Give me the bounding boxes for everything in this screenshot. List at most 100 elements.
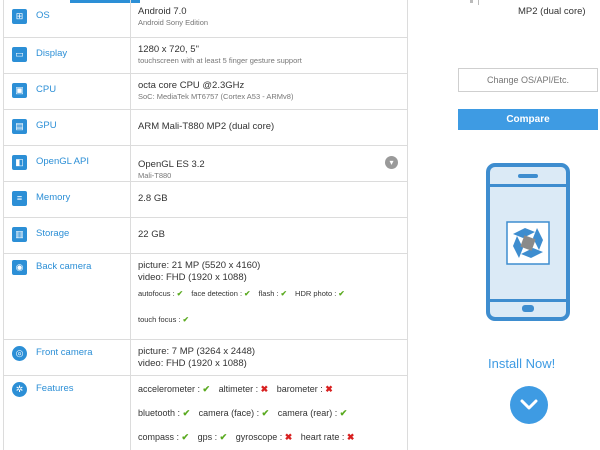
check-icon: ✔ (339, 408, 348, 418)
gpu-summary-text: MP2 (dual core) (518, 6, 586, 17)
feature-name: flash : (258, 289, 279, 298)
check-icon: ✔ (261, 408, 270, 418)
back-camera-video: video: FHD (1920 x 1088) (138, 272, 247, 283)
check-icon: ✔ (338, 289, 345, 298)
storage-icon: ▥ (12, 227, 27, 242)
back-camera-features-2: touch focus : ✔ (138, 314, 407, 326)
feature-item: gps : ✔ (198, 432, 228, 442)
spec-label-cell: ▭ Display (4, 38, 131, 73)
opengl-renderer: Mali-T880 (138, 171, 172, 180)
memory-size: 2.8 GB (138, 193, 168, 204)
gpu-icon: ▤ (12, 119, 27, 134)
feature-name: camera (face) : (198, 408, 260, 418)
feature-name: accelerometer : (138, 384, 201, 394)
feature-name: heart rate : (300, 432, 345, 442)
spec-label-cell: ⊞ OS (4, 0, 131, 37)
cross-icon: ✖ (284, 432, 293, 442)
spec-label-cell: ✲ Features (4, 376, 131, 450)
spec-label-cell: ◧ OpenGL API (4, 146, 131, 181)
spec-label-cell: ◎ Front camera (4, 340, 131, 375)
spec-value-front-camera: picture: 7 MP (3264 x 2448) video: FHD (… (131, 340, 407, 375)
spec-value-gpu: ARM Mali-T880 MP2 (dual core) (131, 110, 407, 145)
spec-value-display: 1280 x 720, 5" touchscreen with at least… (131, 38, 407, 73)
back-camera-features: autofocus : ✔ face detection : ✔ flash :… (138, 288, 407, 300)
feature-item: HDR photo : ✔ (295, 289, 345, 298)
compare-input[interactable] (458, 68, 598, 92)
divider-dot (470, 0, 473, 3)
spec-value-back-camera: picture: 21 MP (5520 x 4160) video: FHD … (131, 254, 407, 339)
check-icon: ✔ (202, 384, 211, 394)
feature-name: compass : (138, 432, 180, 442)
spec-label-memory: Memory (36, 192, 71, 203)
display-resolution: 1280 x 720, 5" (138, 44, 199, 55)
feature-name: barometer : (276, 384, 323, 394)
spec-label-os: OS (36, 10, 50, 21)
compare-button[interactable]: Compare (458, 109, 598, 130)
spec-row-storage: ▥ Storage 22 GB (4, 218, 407, 254)
feature-name: autofocus : (138, 289, 175, 298)
spec-value-memory: 2.8 GB (131, 182, 407, 217)
feature-name: face detection : (191, 289, 243, 298)
spec-label-cell: ◉ Back camera (4, 254, 131, 339)
feature-item: flash : ✔ (259, 289, 287, 298)
features-line-3: compass : ✔ gps : ✔ gyroscope : ✖ heart … (138, 431, 407, 443)
feature-item: gyroscope : ✖ (236, 432, 293, 442)
spec-label-features: Features (36, 383, 74, 394)
memory-icon: ≡ (12, 191, 27, 206)
features-line-1: accelerometer : ✔ altimeter : ✖ baromete… (138, 383, 407, 395)
feature-name: gyroscope : (235, 432, 283, 442)
app-logo-icon (503, 218, 553, 273)
front-camera-icon: ◎ (12, 346, 27, 361)
check-icon: ✔ (219, 432, 228, 442)
opengl-icon: ◧ (12, 155, 27, 170)
feature-item: face detection : ✔ (191, 289, 250, 298)
check-icon: ✔ (280, 289, 287, 298)
chevron-down-icon[interactable]: ▾ (385, 156, 398, 169)
feature-item: autofocus : ✔ (138, 289, 183, 298)
display-icon: ▭ (12, 47, 27, 62)
front-camera-picture: picture: 7 MP (3264 x 2448) (138, 346, 256, 357)
phone-screen-edge-bottom (490, 299, 566, 302)
check-icon: ✔ (244, 289, 251, 298)
spec-label-cell: ▣ CPU (4, 74, 131, 109)
spec-value-opengl: OpenGL ES 3.2 Mali-T880 ▾ (131, 146, 407, 181)
spec-row-cpu: ▣ CPU octa core CPU @2.3GHz SoC: MediaTe… (4, 74, 407, 110)
feature-item: heart rate : ✖ (301, 432, 355, 442)
feature-name: touch focus : (138, 315, 181, 324)
feature-item: barometer : ✖ (277, 384, 333, 394)
phone-home-button (522, 305, 534, 312)
spec-label-cell: ▤ GPU (4, 110, 131, 145)
phone-screen-edge-top (490, 184, 566, 187)
check-icon: ✔ (176, 289, 184, 298)
cross-icon: ✖ (325, 384, 333, 394)
cpu-icon: ▣ (12, 83, 27, 98)
features-line-2: bluetooth : ✔ camera (face) : ✔ camera (… (138, 407, 407, 419)
display-touch-info: touchscreen with at least 5 finger gestu… (138, 56, 302, 65)
spec-row-front-camera: ◎ Front camera picture: 7 MP (3264 x 244… (4, 340, 407, 376)
chevron-down-icon[interactable] (510, 386, 548, 424)
spec-row-opengl: ◧ OpenGL API OpenGL ES 3.2 Mali-T880 ▾ (4, 146, 407, 182)
spec-row-memory: ≡ Memory 2.8 GB (4, 182, 407, 218)
camera-icon: ◉ (12, 260, 27, 275)
feature-item: camera (face) : ✔ (199, 408, 270, 418)
install-now-label[interactable]: Install Now! (488, 356, 555, 371)
opengl-version: OpenGL ES 3.2 (138, 159, 205, 170)
spec-label-storage: Storage (36, 228, 70, 239)
feature-name: altimeter : (218, 384, 259, 394)
gear-icon: ✲ (12, 382, 27, 397)
feature-item: accelerometer : ✔ (138, 384, 210, 394)
feature-item: touch focus : ✔ (138, 315, 189, 324)
feature-name: gps : (197, 432, 218, 442)
spec-table: ⊞ OS Android 7.0 Android Sony Edition ▭ … (3, 0, 408, 450)
feature-item: altimeter : ✖ (219, 384, 269, 394)
phone-speaker (518, 174, 538, 178)
spec-row-os: ⊞ OS Android 7.0 Android Sony Edition (4, 0, 407, 38)
spec-label-display: Display (36, 48, 68, 59)
feature-name: HDR photo : (295, 289, 337, 298)
spec-label-gpu: GPU (36, 120, 57, 131)
check-icon: ✔ (182, 315, 189, 324)
spec-row-features: ✲ Features accelerometer : ✔ altimeter :… (4, 376, 407, 450)
cross-icon: ✖ (346, 432, 355, 442)
spec-label-back-camera: Back camera (36, 261, 92, 272)
cross-icon: ✖ (260, 384, 269, 394)
